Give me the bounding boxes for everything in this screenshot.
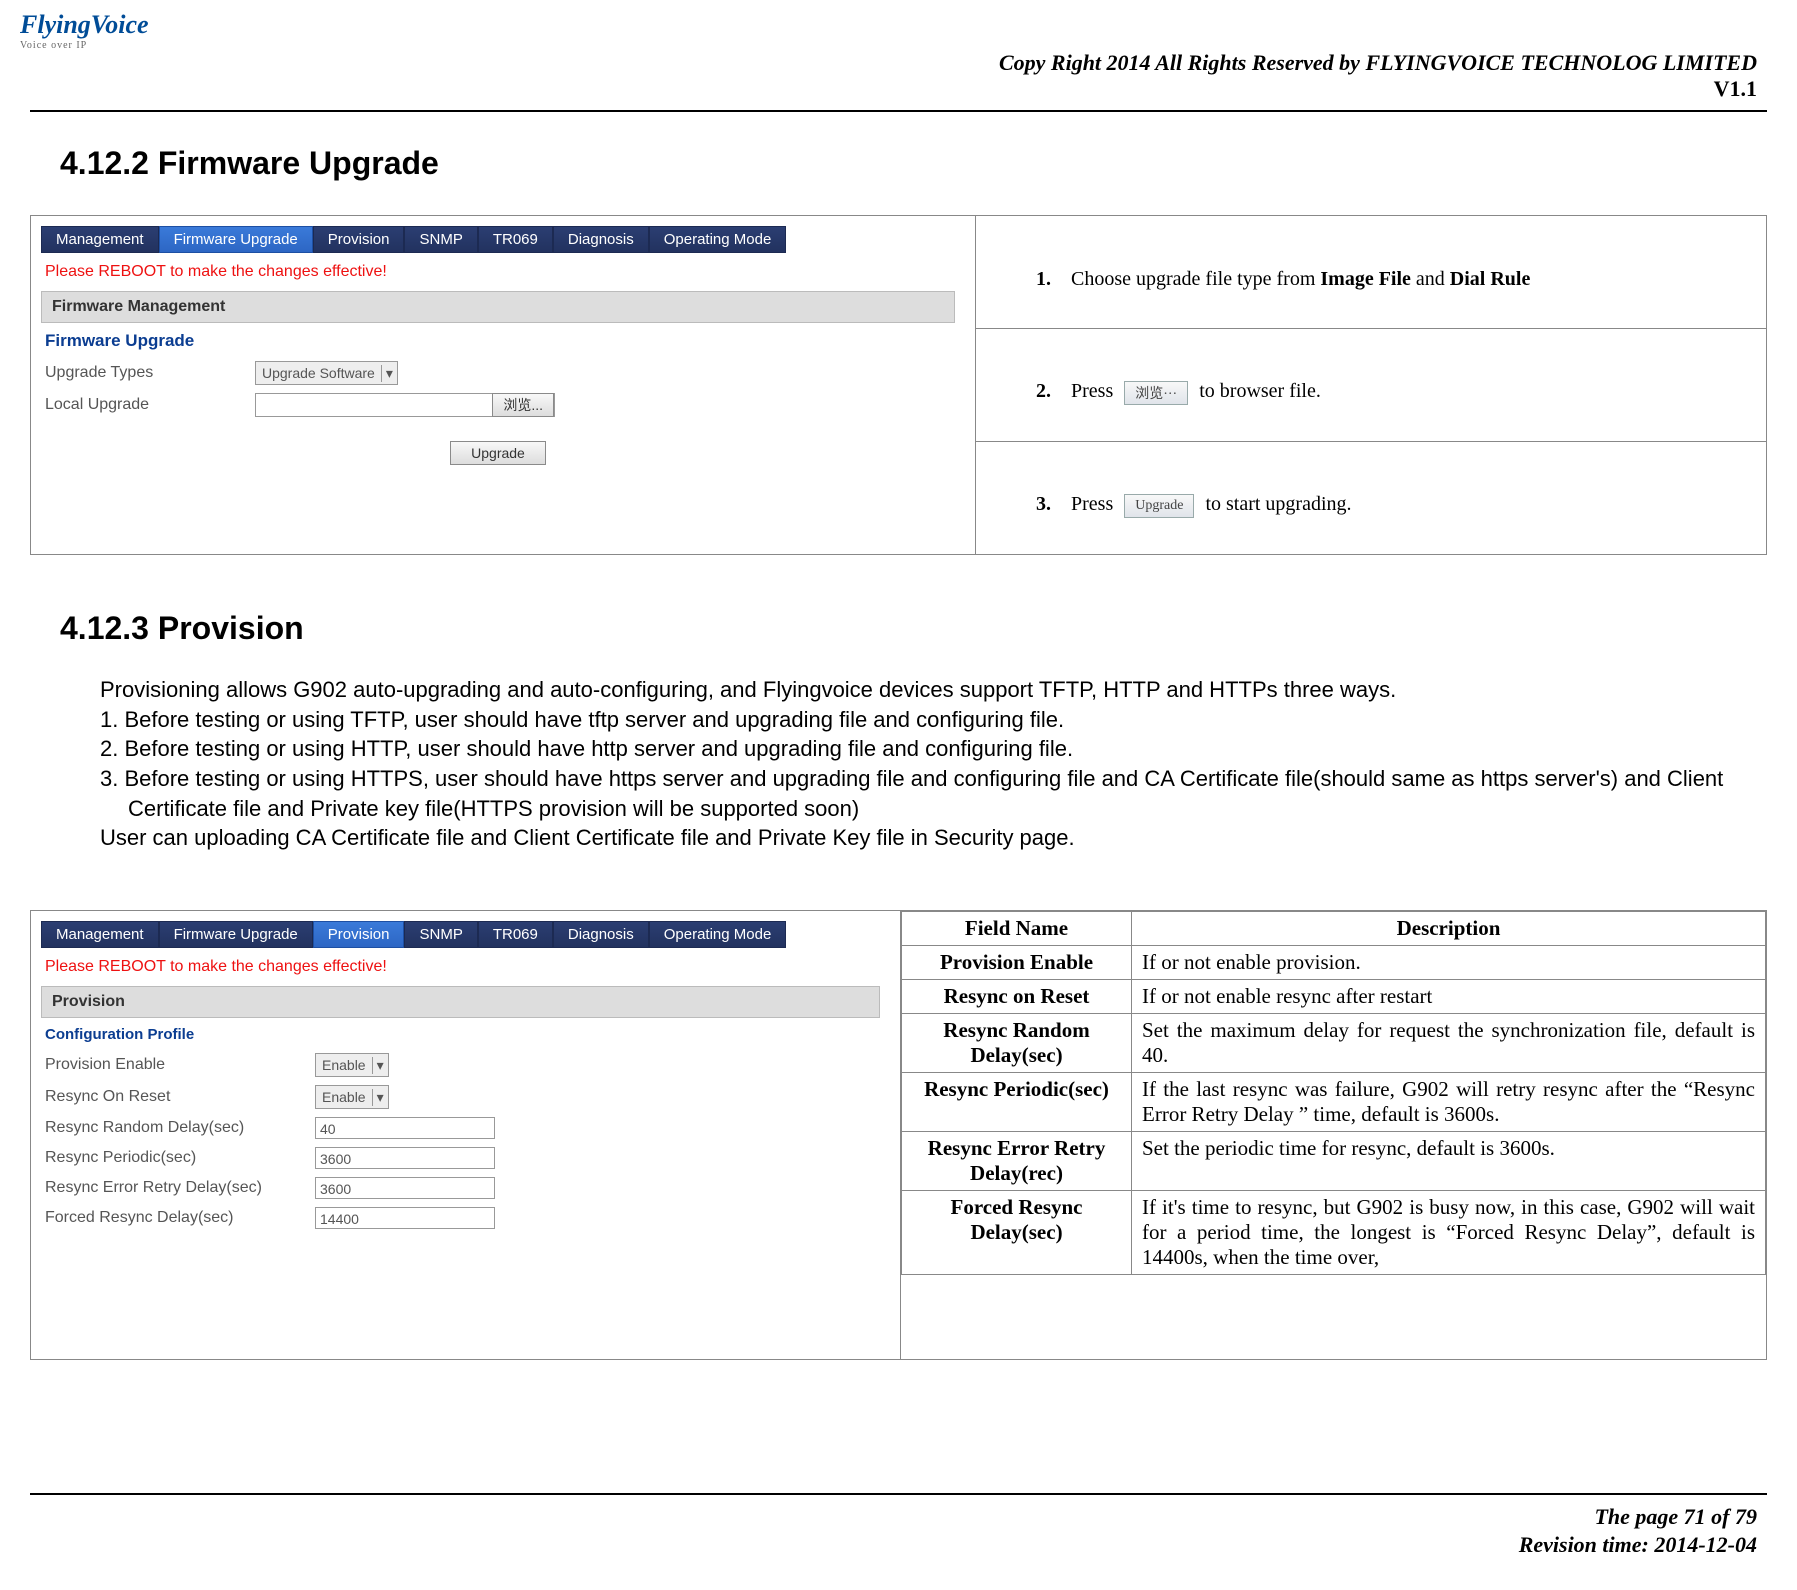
page-number: The page 71 of 79 — [1519, 1503, 1757, 1532]
input-forced-resync-delay[interactable]: 14400 — [315, 1207, 495, 1229]
select-upgrade-types-value: Upgrade Software — [262, 365, 375, 381]
provision-p2: 2. Before testing or using HTTP, user sh… — [100, 734, 1757, 764]
provision-desc-table-wrap: Field Name Description Provision Enable … — [901, 911, 1766, 1359]
label-local-upgrade: Local Upgrade — [45, 396, 245, 414]
tab-operating-mode[interactable]: Operating Mode — [649, 226, 787, 253]
tab-tr069[interactable]: TR069 — [478, 226, 553, 253]
table-row: Forced Resync Delay(sec) If it's time to… — [902, 1191, 1766, 1275]
firmware-steps: 1. Choose upgrade file type from Image F… — [976, 216, 1766, 554]
upgrade-button[interactable]: Upgrade — [450, 441, 546, 465]
provision-desc-table: Field Name Description Provision Enable … — [901, 911, 1766, 1275]
tab-firmware-upgrade-2[interactable]: Firmware Upgrade — [159, 921, 313, 948]
step-2-text-a: Press — [1071, 380, 1118, 402]
tab-diagnosis[interactable]: Diagnosis — [553, 226, 649, 253]
step-3-marker: 3. — [1036, 493, 1066, 516]
tab-tr069-2[interactable]: TR069 — [478, 921, 553, 948]
input-resync-random-delay[interactable]: 40 — [315, 1117, 495, 1139]
provision-screenshot: Management Firmware Upgrade Provision SN… — [31, 911, 901, 1359]
reboot-warning-2: Please REBOOT to make the changes effect… — [41, 948, 880, 986]
chevron-down-icon: ▾ — [372, 1057, 384, 1074]
step-1-text-c: and — [1416, 268, 1450, 290]
provision-p4: User can uploading CA Certificate file a… — [100, 823, 1757, 853]
tab-diagnosis-2[interactable]: Diagnosis — [553, 921, 649, 948]
table-row: Provision Enable If or not enable provis… — [902, 946, 1766, 980]
tab-firmware-upgrade[interactable]: Firmware Upgrade — [159, 226, 313, 253]
label-upgrade-types: Upgrade Types — [45, 364, 245, 382]
chevron-down-icon: ▾ — [381, 365, 393, 382]
table-row: Resync Error Retry Delay(rec) Set the pe… — [902, 1132, 1766, 1191]
provision-p1: 1. Before testing or using TFTP, user sh… — [100, 705, 1757, 735]
step-1: 1. Choose upgrade file type from Image F… — [976, 216, 1766, 328]
step-2-text-b: to browser file. — [1199, 380, 1321, 402]
footer-rule — [30, 1493, 1767, 1495]
step-2-marker: 2. — [1036, 380, 1066, 403]
label-resync-error-retry: Resync Error Retry Delay(sec) — [45, 1179, 305, 1197]
input-resync-error-retry[interactable]: 3600 — [315, 1177, 495, 1199]
admin-tabs: Management Firmware Upgrade Provision SN… — [41, 226, 955, 253]
tab-snmp[interactable]: SNMP — [404, 226, 477, 253]
logo: FlyingVoice Voice over IP — [20, 10, 140, 51]
label-resync-random-delay: Resync Random Delay(sec) — [45, 1119, 305, 1137]
version-line: V1.1 — [999, 76, 1757, 102]
th-field-name: Field Name — [902, 912, 1132, 946]
copyright-line: Copy Right 2014 All Rights Reserved by F… — [999, 50, 1757, 76]
th-description: Description — [1132, 912, 1766, 946]
step-1-image-file: Image File — [1320, 268, 1411, 290]
label-resync-on-reset: Resync On Reset — [45, 1088, 305, 1106]
tab-management[interactable]: Management — [41, 226, 159, 253]
reboot-warning: Please REBOOT to make the changes effect… — [41, 253, 955, 291]
section-4123-title: 4.12.3 Provision — [60, 610, 304, 647]
admin-tabs-2: Management Firmware Upgrade Provision SN… — [41, 921, 880, 948]
step-1-dial-rule: Dial Rule — [1450, 268, 1531, 290]
header-rule — [30, 110, 1767, 112]
label-forced-resync-delay: Forced Resync Delay(sec) — [45, 1209, 305, 1227]
table-row: Resync Random Delay(sec) Set the maximum… — [902, 1014, 1766, 1073]
firmware-upgrade-block: Management Firmware Upgrade Provision SN… — [30, 215, 1767, 555]
select-resync-on-reset[interactable]: Enable ▾ — [315, 1085, 389, 1109]
step-3-text-a: Press — [1071, 493, 1118, 515]
browse-button[interactable]: 浏览... — [492, 393, 554, 417]
step-3-upgrade-button: Upgrade — [1124, 494, 1194, 518]
step-2-browse-button: 浏览··· — [1124, 381, 1188, 405]
provision-block: Management Firmware Upgrade Provision SN… — [30, 910, 1767, 1360]
chevron-down-icon: ▾ — [372, 1089, 384, 1106]
table-row: Resync on Reset If or not enable resync … — [902, 980, 1766, 1014]
label-resync-periodic: Resync Periodic(sec) — [45, 1149, 305, 1167]
panel-firmware-management: Firmware Management — [41, 291, 955, 323]
step-3-text-b: to start upgrading. — [1205, 493, 1351, 515]
step-1-text-a: Choose upgrade file type from — [1071, 268, 1320, 290]
footer-right: The page 71 of 79 Revision time: 2014-12… — [1519, 1503, 1757, 1560]
step-3: 3. Press Upgrade to start upgrading. — [976, 441, 1766, 554]
panel-provision: Provision — [41, 986, 880, 1018]
firmware-screenshot: Management Firmware Upgrade Provision SN… — [31, 216, 976, 554]
tab-snmp-2[interactable]: SNMP — [404, 921, 477, 948]
step-1-marker: 1. — [1036, 268, 1066, 291]
tab-management-2[interactable]: Management — [41, 921, 159, 948]
revision-time: Revision time: 2014-12-04 — [1519, 1531, 1757, 1560]
logo-sub: Voice over IP — [20, 40, 140, 51]
subhead-firmware-upgrade: Firmware Upgrade — [41, 323, 955, 357]
section-4122-title: 4.12.2 Firmware Upgrade — [60, 145, 439, 182]
step-2: 2. Press 浏览··· to browser file. — [976, 328, 1766, 441]
provision-p3: 3. Before testing or using HTTPS, user s… — [128, 764, 1757, 823]
provision-narrative: Provisioning allows G902 auto-upgrading … — [100, 675, 1757, 853]
subhead-config-profile: Configuration Profile — [41, 1018, 880, 1049]
tab-operating-mode-2[interactable]: Operating Mode — [649, 921, 787, 948]
select-upgrade-types[interactable]: Upgrade Software ▾ — [255, 361, 398, 385]
label-provision-enable: Provision Enable — [45, 1056, 305, 1074]
table-row: Resync Periodic(sec) If the last resync … — [902, 1073, 1766, 1132]
header-right: Copy Right 2014 All Rights Reserved by F… — [999, 50, 1757, 102]
tab-provision[interactable]: Provision — [313, 226, 405, 253]
input-resync-periodic[interactable]: 3600 — [315, 1147, 495, 1169]
tab-provision-2[interactable]: Provision — [313, 921, 405, 948]
provision-intro: Provisioning allows G902 auto-upgrading … — [100, 675, 1757, 705]
logo-main: FlyingVoice — [20, 10, 140, 40]
select-provision-enable[interactable]: Enable ▾ — [315, 1053, 389, 1077]
file-input[interactable]: 浏览... — [255, 393, 555, 417]
